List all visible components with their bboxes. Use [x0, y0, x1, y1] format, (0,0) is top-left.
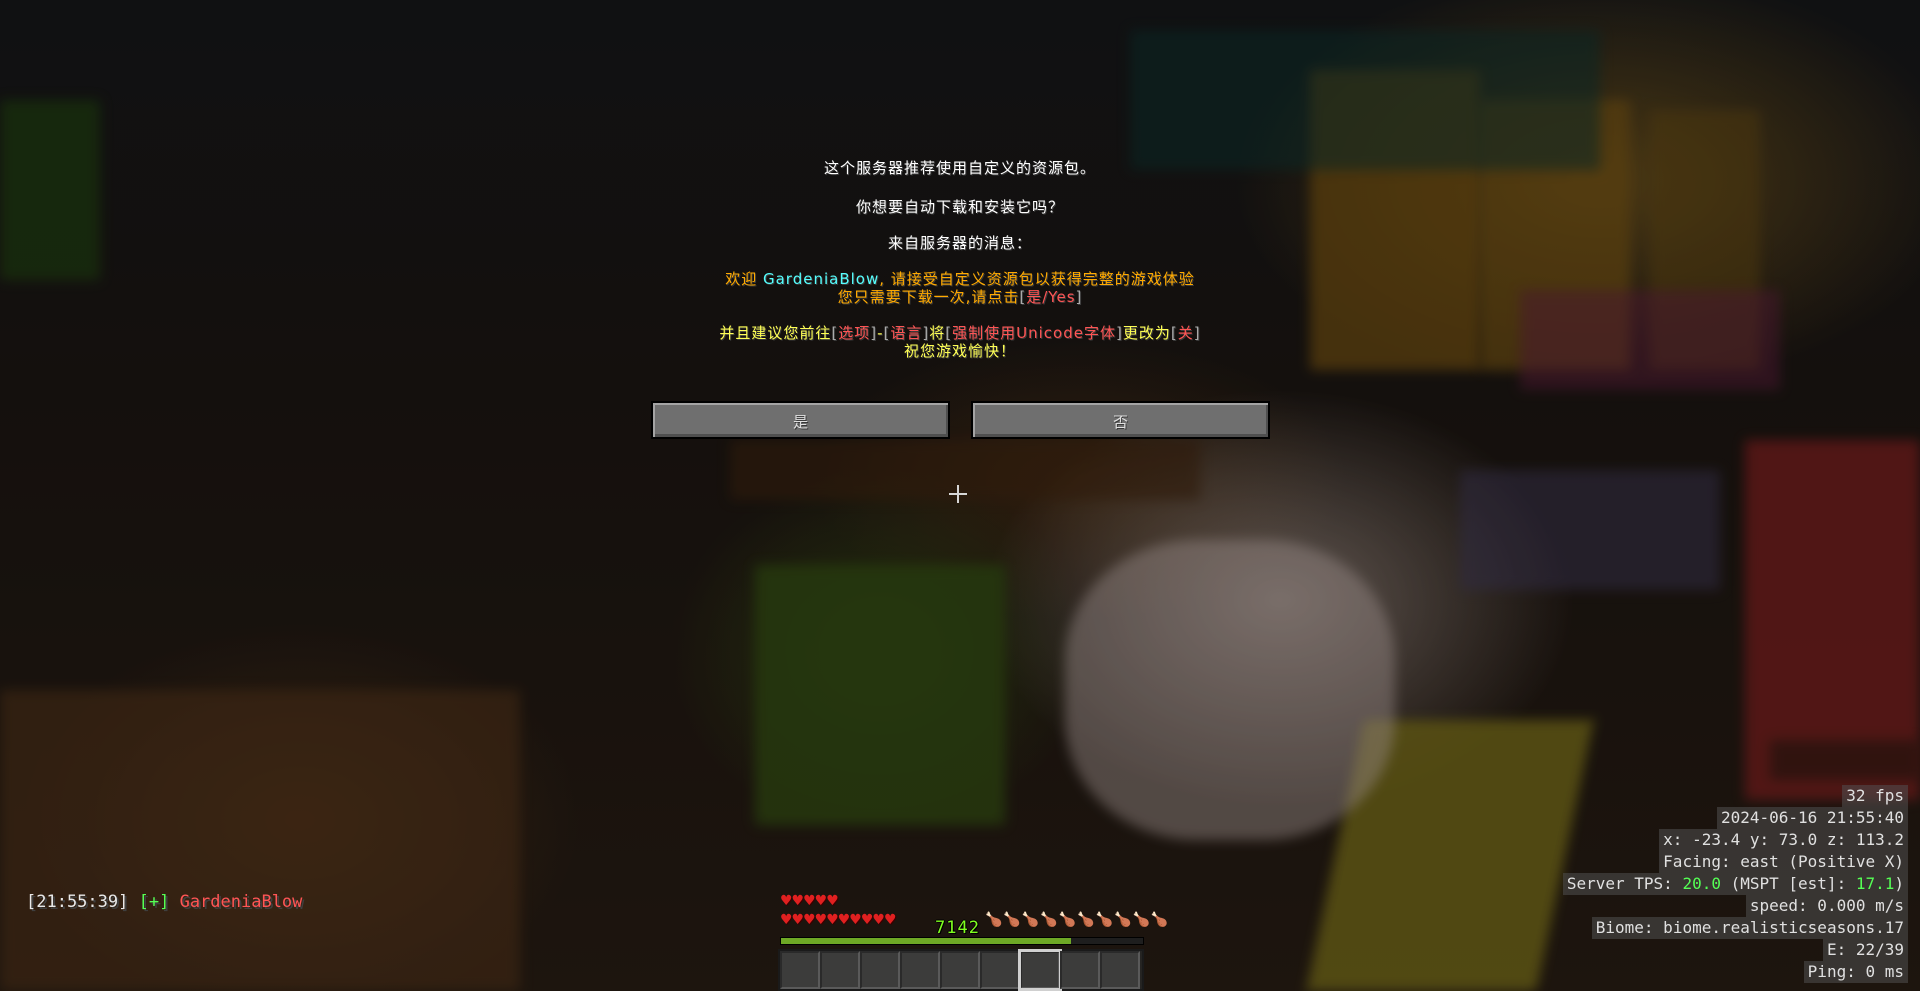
prompt-line-server-message: 来自服务器的消息：	[887, 234, 1032, 252]
datetime-readout: 2024-06-16 21:55:40	[1716, 807, 1908, 829]
experience-bar-fill	[781, 938, 1071, 944]
facing-readout: Facing: east (Positive X)	[1659, 851, 1908, 873]
welcome-text: 欢迎	[725, 270, 763, 288]
hotbar-slot[interactable]	[860, 951, 900, 989]
suggestion-text: 并且建议您前往	[719, 324, 832, 342]
welcome-player-name: GardeniaBlow	[762, 270, 880, 288]
language-hint: 语言	[890, 324, 923, 342]
hotbar	[778, 949, 1144, 991]
chat-timestamp: [21:55:39]	[26, 892, 129, 912]
bracket: [	[1170, 324, 1178, 342]
prompt-line-recommend: 这个服务器推荐使用自定义的资源包。	[823, 159, 1096, 177]
server-message-enjoy: 祝您游戏愉快！	[903, 342, 1016, 360]
bracket: ]	[1193, 324, 1201, 342]
no-button[interactable]: 否	[971, 401, 1270, 439]
yes-button[interactable]: 是	[651, 401, 950, 439]
speed-readout: speed: 0.000 m/s	[1745, 895, 1908, 917]
hotbar-slot[interactable]	[980, 951, 1020, 989]
hotbar-slot[interactable]	[940, 951, 980, 989]
entities-readout: E: 22/39	[1822, 939, 1908, 961]
yes-hint: 是/Yes	[1026, 288, 1076, 306]
tps-readout: Server TPS: 20.0 (MSPT [est]: 17.1)	[1562, 873, 1908, 895]
mspt-suffix: )	[1894, 874, 1904, 893]
bracket: ]	[1116, 324, 1123, 342]
experience-bar	[780, 937, 1144, 945]
crosshair-icon	[949, 485, 967, 503]
mspt-value: 17.1	[1855, 874, 1895, 893]
server-message-welcome: 欢迎 GardeniaBlow, 请接受自定义资源包以获得完整的游戏体验	[0, 270, 1920, 288]
off-hint: 关	[1177, 324, 1194, 342]
suggestion-text: 更改为	[1122, 324, 1171, 342]
options-hint: 选项	[838, 324, 871, 342]
hunger-drumstick-icon: 🍗🍗🍗🍗🍗🍗🍗🍗🍗🍗	[985, 912, 1170, 928]
prompt-line-question: 你想要自动下载和安装它吗？	[855, 198, 1064, 216]
experience-level: 7142	[935, 918, 980, 938]
download-text: 您只需要下载一次,请点击	[837, 288, 1020, 306]
chat-player-name: GardeniaBlow	[179, 892, 303, 912]
hotbar-slot[interactable]	[900, 951, 940, 989]
mspt-label: (MSPT [est]:	[1720, 874, 1856, 893]
suggestion-text: 将	[929, 324, 946, 342]
welcome-accept-text: , 请接受自定义资源包以获得完整的游戏体验	[879, 270, 1195, 288]
hotbar-slot[interactable]	[1060, 951, 1100, 989]
join-indicator: [+]	[138, 892, 170, 912]
hotbar-slot[interactable]	[780, 951, 820, 989]
biome-readout: Biome: biome.realisticseasons.17	[1591, 917, 1908, 939]
debug-info-panel: 32 fps 2024-06-16 21:55:40 x: -23.4 y: 7…	[1562, 785, 1908, 983]
ping-readout: Ping: 0 ms	[1803, 961, 1908, 983]
chat-message: [21:55:39] [+] GardeniaBlow	[26, 892, 302, 912]
fps-readout: 32 fps	[1842, 785, 1908, 807]
tps-value: 20.0	[1682, 874, 1721, 893]
health-hearts-icon: ♥♥♥♥♥	[780, 893, 839, 909]
server-message-download: 您只需要下载一次,请点击[是/Yes]	[0, 288, 1920, 306]
hotbar-slot[interactable]	[1018, 949, 1062, 991]
health-hearts-icon: ♥♥♥♥♥♥♥♥♥♥	[780, 912, 897, 928]
hotbar-slot[interactable]	[1100, 951, 1140, 989]
bracket: ]	[1075, 288, 1083, 306]
server-message-suggestion: 并且建议您前往[选项]-[语言]将[强制使用Unicode字体]更改为[关]	[0, 324, 1920, 342]
tps-label: Server TPS:	[1566, 874, 1683, 893]
coordinates-readout: x: -23.4 y: 73.0 z: 113.2	[1659, 829, 1908, 851]
hotbar-slot[interactable]	[820, 951, 860, 989]
force-unicode-hint: 强制使用Unicode字体	[952, 324, 1116, 342]
